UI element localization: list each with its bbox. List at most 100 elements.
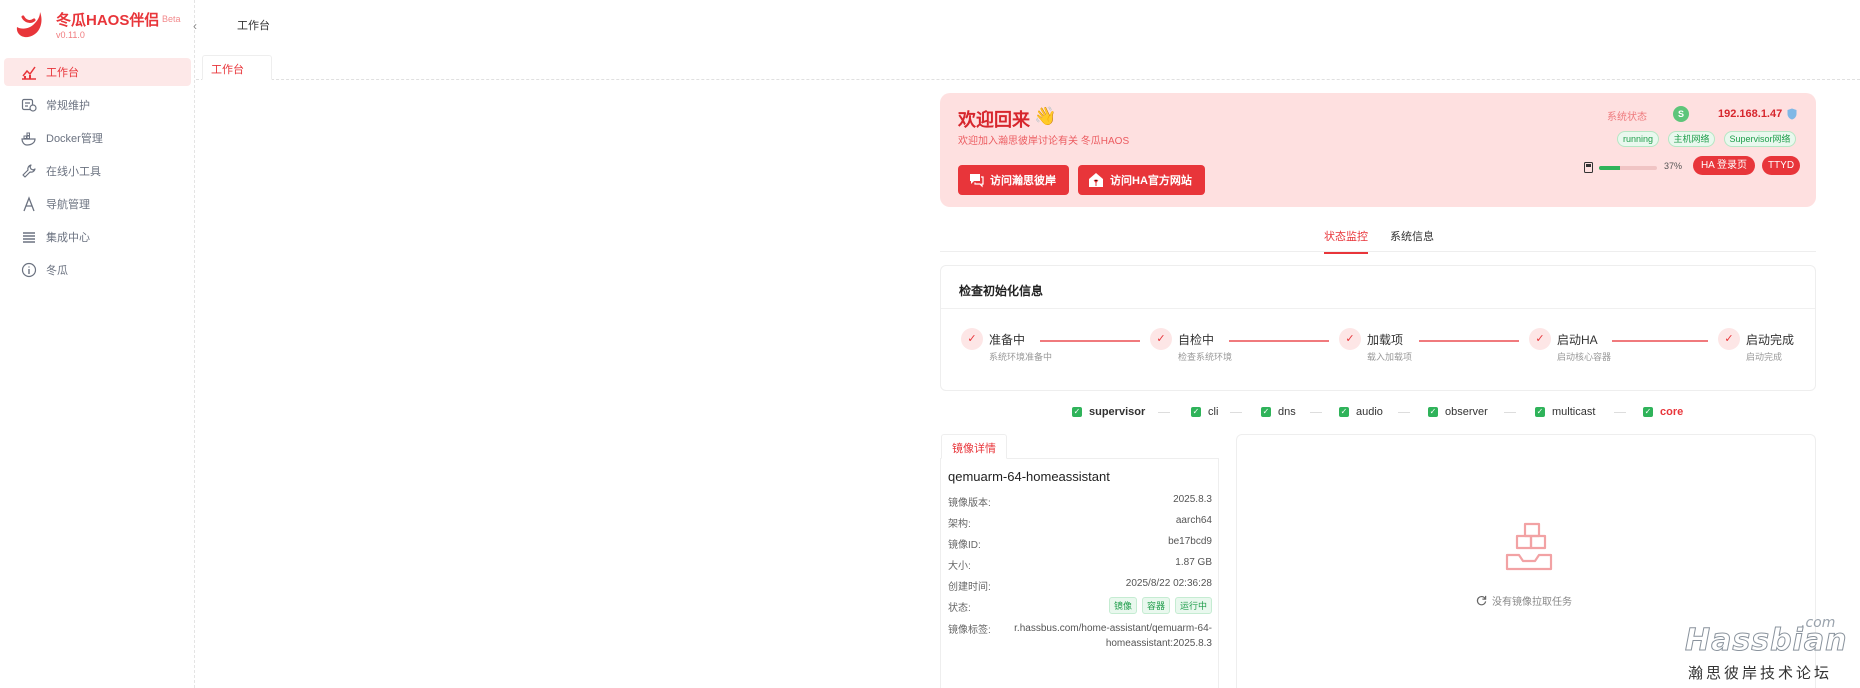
step-title: 启动HA	[1557, 333, 1598, 347]
storage-icon	[1584, 162, 1593, 173]
row-value: be17bcd9	[1168, 536, 1212, 547]
sidebar-item-integrations[interactable]: 集成中心	[4, 223, 191, 251]
init-check-title: 检查初始化信息	[959, 284, 1044, 298]
step-desc: 系统环境准备中	[989, 352, 1053, 362]
step-connector	[1040, 340, 1140, 342]
disk-usage-bar	[1599, 166, 1657, 170]
sidebar-item-label: 冬瓜	[46, 265, 68, 277]
detail-row-image-id: 镜像ID: be17bcd9	[948, 536, 1212, 551]
step-title: 自检中	[1178, 333, 1215, 347]
step-title: 准备中	[989, 333, 1026, 347]
tab-image-detail[interactable]: 镜像详情	[941, 434, 1007, 459]
sidebar-item-about[interactable]: 冬瓜	[4, 256, 191, 284]
docker-icon	[20, 129, 38, 147]
collapse-sidebar-chevron-icon[interactable]: ‹	[188, 18, 202, 34]
row-label: 创建时间:	[948, 582, 991, 593]
disk-usage-fill	[1599, 166, 1621, 170]
sidebar-item-label: 在线小工具	[46, 166, 101, 178]
service-name: dns	[1278, 406, 1296, 418]
home-assistant-icon	[1089, 173, 1103, 187]
sidebar-item-navigation[interactable]: 导航管理	[4, 190, 191, 218]
system-status-badge: S	[1673, 106, 1689, 122]
row-value: aarch64	[1175, 515, 1212, 526]
service-connector	[1504, 412, 1516, 413]
status-pill-host-network: 主机网络	[1668, 131, 1715, 147]
welcome-card: 欢迎回来 👋 欢迎加入瀚思彼岸讨论有关 冬瓜HAOS 访问瀚思彼岸 访问HA官方…	[940, 93, 1816, 207]
visit-forum-button[interactable]: 访问瀚思彼岸	[958, 165, 1069, 195]
wintermelon-logo-icon	[16, 12, 42, 38]
service-connector	[1398, 412, 1410, 413]
image-tag-value: r.hassbus.com/home-assistant/qemuarm-64-…	[1014, 623, 1212, 649]
tab-system-info[interactable]: 系统信息	[1390, 228, 1434, 252]
step-desc: 检查系统环境	[1178, 352, 1233, 362]
service-observer: ✓ observer	[1428, 406, 1488, 418]
sidebar-item-label: 常规维护	[46, 100, 90, 112]
service-multicast: ✓ multicast	[1535, 406, 1595, 418]
divider	[941, 308, 1815, 309]
service-name: core	[1660, 406, 1684, 418]
empty-message: 没有镜像拉取任务	[1476, 593, 1572, 608]
sidebar-item-docker[interactable]: Docker管理	[4, 124, 191, 152]
visit-forum-label: 访问瀚思彼岸	[990, 175, 1056, 187]
step-desc: 启动完成	[1746, 352, 1783, 362]
tab-status-monitor[interactable]: 状态监控	[1324, 228, 1368, 254]
hassbian-watermark: .com Hassbian 瀚思彼岸技术论坛	[1684, 615, 1854, 685]
refresh-icon	[1476, 595, 1487, 606]
step-connector	[1229, 340, 1329, 342]
detail-row-created: 创建时间: 2025/8/22 02:36:28	[948, 578, 1212, 593]
empty-message-text: 没有镜像拉取任务	[1492, 597, 1572, 608]
service-cli: ✓ cli	[1191, 406, 1218, 418]
system-status-label: 系统状态	[1607, 112, 1647, 123]
sidebar-item-tools[interactable]: 在线小工具	[4, 157, 191, 185]
step-check-icon: ✓	[1150, 328, 1172, 350]
ha-login-button[interactable]: HA 登录页	[1693, 156, 1755, 175]
row-label: 镜像标签:	[948, 625, 991, 636]
step-title: 启动完成	[1746, 333, 1795, 347]
step-desc: 载入加载项	[1367, 352, 1413, 362]
content-tabs: 状态监控 系统信息	[940, 226, 1816, 254]
host-ip[interactable]: 192.168.1.47	[1718, 108, 1782, 120]
row-value: 1.87 GB	[1175, 557, 1212, 568]
detail-row-version: 镜像版本: 2025.8.3	[948, 494, 1212, 509]
info-icon	[20, 261, 38, 279]
service-name: multicast	[1552, 406, 1596, 418]
sidebar-item-label: 集成中心	[46, 232, 90, 244]
service-connector	[1158, 412, 1170, 413]
disk-usage-value: 37%	[1664, 161, 1683, 171]
status-tag-container: 容器	[1141, 597, 1170, 614]
sidebar-item-workbench[interactable]: 工作台	[4, 58, 191, 86]
step-connector	[1419, 340, 1519, 342]
visit-ha-site-button[interactable]: 访问HA官方网站	[1078, 165, 1205, 195]
step-check-icon: ✓	[961, 328, 983, 350]
detail-row-status: 状态: 镜像 容器 运行中	[948, 597, 1212, 614]
step-check-icon: ✓	[1718, 328, 1740, 350]
sidebar-item-label: 导航管理	[46, 199, 90, 211]
check-icon: ✓	[1261, 407, 1271, 417]
sidebar-item-label: Docker管理	[46, 133, 103, 145]
service-name: observer	[1445, 406, 1488, 418]
step-check-icon: ✓	[1339, 328, 1361, 350]
page-tab-workbench[interactable]: 工作台	[202, 55, 272, 80]
image-name: qemuarm-64-homeassistant	[948, 469, 1110, 484]
brand-name: 冬瓜HAOS伴侣	[56, 12, 160, 29]
row-label: 架构:	[948, 519, 971, 530]
navigation-icon	[20, 195, 38, 213]
check-icon: ✓	[1643, 407, 1653, 417]
sidebar-item-maintenance[interactable]: 常规维护	[4, 91, 191, 119]
brand[interactable]: 冬瓜HAOS伴侣 Beta v0.11.0	[12, 6, 187, 46]
status-tags: 镜像 容器 运行中	[1108, 597, 1212, 614]
chart-line-icon	[20, 63, 38, 81]
service-connector	[1614, 412, 1626, 413]
welcome-subtitle: 欢迎加入瀚思彼岸讨论有关 冬瓜HAOS	[958, 136, 1130, 147]
status-pill-running: running	[1617, 131, 1659, 147]
watermark-cn: 瀚思彼岸技术论坛	[1688, 665, 1833, 682]
service-dns: ✓ dns	[1261, 406, 1296, 418]
ttyd-button[interactable]: TTYD	[1762, 156, 1800, 175]
detail-row-arch: 架构: aarch64	[948, 515, 1212, 530]
service-core: ✓ core	[1643, 406, 1683, 418]
detail-row-tag: 镜像标签: r.hassbus.com/home-assistant/qemua…	[948, 621, 1212, 653]
service-name: cli	[1208, 406, 1219, 418]
beta-badge: Beta	[162, 14, 181, 24]
service-connector	[1230, 412, 1242, 413]
empty-box-icon	[1505, 522, 1553, 571]
